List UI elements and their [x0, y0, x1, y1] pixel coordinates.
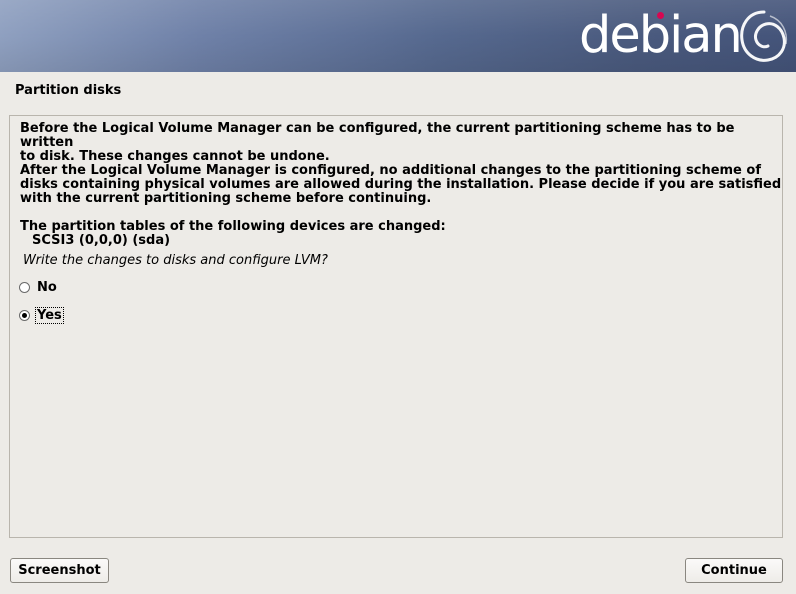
page-title: Partition disks: [15, 83, 122, 98]
changed-devices-heading: The partition tables of the following de…: [20, 219, 446, 234]
radio-yes[interactable]: [19, 309, 30, 321]
radio-no[interactable]: [19, 281, 30, 293]
continue-button[interactable]: Continue: [685, 558, 783, 583]
debian-logo-dot: [657, 12, 664, 19]
debian-banner: debian: [0, 0, 796, 72]
changed-device-item: SCSI3 (0,0,0) (sda): [32, 233, 171, 248]
confirm-question: Write the changes to disks and configure…: [23, 253, 328, 268]
lvm-info-paragraph: After the Logical Volume Manager is conf…: [20, 163, 782, 206]
option-no-label[interactable]: No: [36, 280, 58, 295]
option-yes-label[interactable]: Yes: [35, 306, 64, 324]
debian-swirl-icon: [740, 10, 788, 62]
warning-paragraph: Before the Logical Volume Manager can be…: [20, 121, 735, 164]
screenshot-button[interactable]: Screenshot: [10, 558, 109, 583]
option-yes[interactable]: Yes: [19, 305, 64, 325]
dialog-content: Before the Logical Volume Manager can be…: [9, 115, 783, 538]
option-no[interactable]: No: [19, 277, 58, 297]
